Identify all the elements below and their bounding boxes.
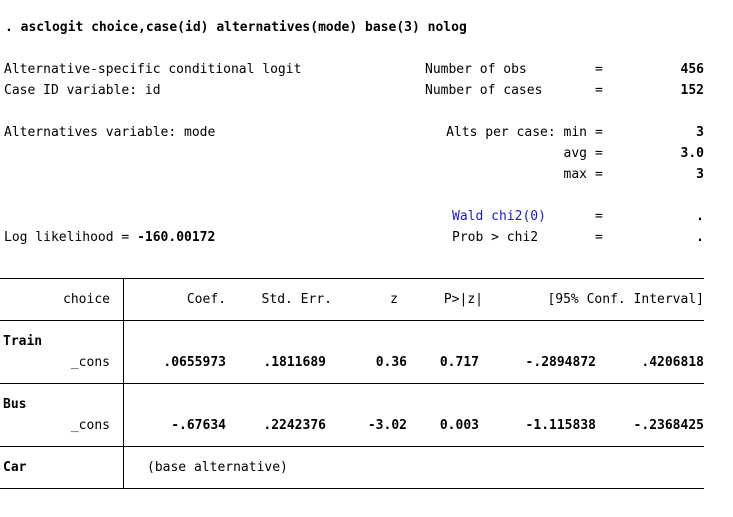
prob-chi2-label: Prob > chi2 xyxy=(452,230,539,245)
alts-avg-eq: = xyxy=(595,146,603,161)
prob-eq: = xyxy=(595,230,603,245)
col-header-p: P>|z| xyxy=(443,292,483,307)
col-header-stderr: Std. Err. xyxy=(261,292,332,307)
col-header-coef: Coef. xyxy=(186,292,226,307)
col-header-z: z xyxy=(390,292,398,307)
prob-value: . xyxy=(696,230,704,245)
table-top-rule xyxy=(0,278,704,279)
alts-max-eq: = xyxy=(595,167,603,182)
ci-low-value: -.2894872 xyxy=(525,355,596,370)
table-group-rule xyxy=(0,446,704,447)
log-likelihood-value: -160.00172 xyxy=(137,230,216,245)
col-header-ci: [95% Conf. Interval] xyxy=(547,292,704,307)
var-name: _cons xyxy=(70,418,110,433)
col-header-choice: choice xyxy=(63,292,110,307)
p-value: 0.003 xyxy=(439,418,479,433)
coef-value: .0655973 xyxy=(163,355,226,370)
ci-high-value: .4206818 xyxy=(641,355,704,370)
alts-min-label: Alts per case: min xyxy=(446,125,587,140)
coef-value: -.67634 xyxy=(171,418,226,433)
log-likelihood: Log likelihood = -160.00172 xyxy=(4,230,215,246)
stderr-value: .1811689 xyxy=(263,355,326,370)
z-value: 0.36 xyxy=(375,355,407,370)
stderr-value: .2242376 xyxy=(263,418,326,433)
p-value: 0.717 xyxy=(439,355,479,370)
ncases-eq: = xyxy=(595,83,603,98)
wald-chi2-link[interactable]: Wald chi2(0) xyxy=(452,209,546,225)
ncases-label: Number of cases xyxy=(425,83,543,98)
command-line: . asclogit choice,case(id) alternatives(… xyxy=(5,20,467,35)
group-label-car: Car xyxy=(3,460,27,475)
base-alternative-note: (base alternative) xyxy=(147,460,288,475)
wald-value: . xyxy=(696,209,704,224)
alts-max-label: max xyxy=(563,167,587,182)
z-value: -3.02 xyxy=(367,418,407,433)
table-bottom-rule xyxy=(0,488,704,489)
case-id-variable: Case ID variable: id xyxy=(4,83,161,98)
nobs-eq: = xyxy=(595,62,603,77)
group-label-train: Train xyxy=(3,334,43,349)
nobs-value: 456 xyxy=(680,62,704,77)
table-group-rule xyxy=(0,383,704,384)
ncases-value: 152 xyxy=(680,83,704,98)
alts-avg-value: 3.0 xyxy=(680,146,704,161)
table-divider xyxy=(123,278,124,489)
table-header-rule xyxy=(0,320,704,321)
ci-low-value: -1.115838 xyxy=(525,418,596,433)
alternatives-variable: Alternatives variable: mode xyxy=(4,125,216,140)
var-name: _cons xyxy=(70,355,110,370)
wald-eq: = xyxy=(595,209,603,224)
alts-max-value: 3 xyxy=(696,167,704,182)
alts-avg-label: avg xyxy=(563,146,587,161)
ci-high-value: -.2368425 xyxy=(633,418,704,433)
log-likelihood-label: Log likelihood = xyxy=(4,230,138,245)
group-label-bus: Bus xyxy=(3,397,27,412)
nobs-label: Number of obs xyxy=(425,62,527,77)
alts-min-eq: = xyxy=(595,125,603,140)
alts-min-value: 3 xyxy=(696,125,704,140)
model-title: Alternative-specific conditional logit xyxy=(4,62,302,77)
